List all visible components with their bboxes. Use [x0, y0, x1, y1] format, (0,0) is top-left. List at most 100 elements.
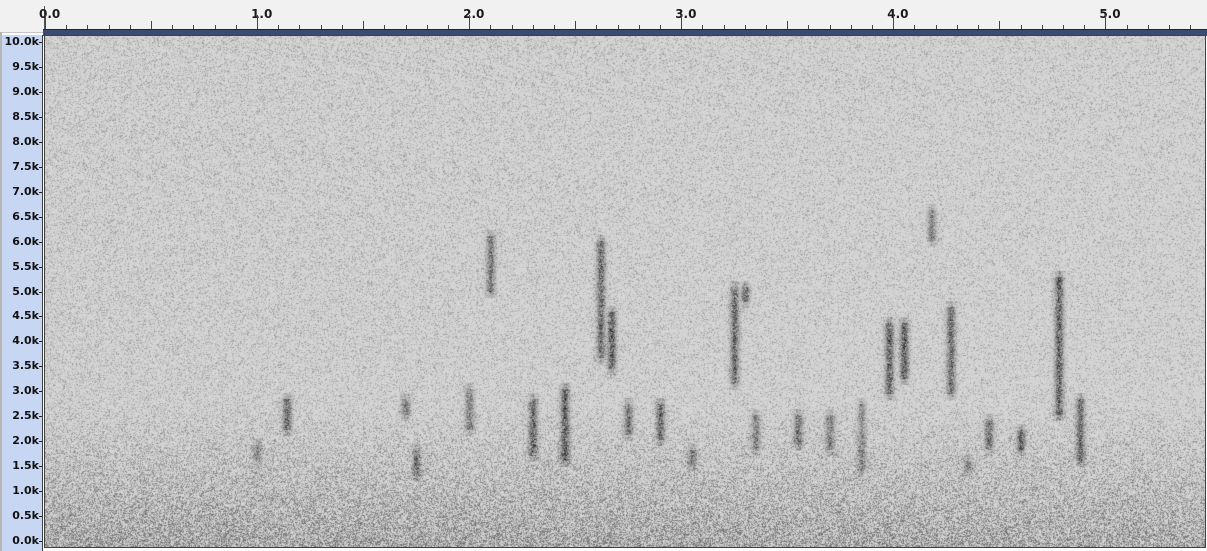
- frequency-tick-label: 5.5k: [12, 259, 39, 273]
- time-minor-tick: [617, 25, 619, 29]
- time-minor-tick: [1041, 25, 1043, 29]
- time-minor-tick: [320, 25, 322, 29]
- frequency-tick: [39, 316, 42, 318]
- time-minor-tick: [1190, 25, 1192, 29]
- time-minor-tick: [129, 25, 131, 29]
- frequency-tick: [39, 116, 42, 118]
- frequency-tick-label: 4.5k: [12, 309, 39, 323]
- frequency-tick-label: 7.5k: [12, 159, 39, 173]
- time-minor-tick: [596, 25, 598, 29]
- time-minor-tick: [638, 25, 640, 29]
- time-minor-tick: [744, 25, 746, 29]
- time-minor-tick: [1168, 25, 1170, 29]
- frequency-tick: [39, 166, 42, 168]
- frequency-tick-label: 1.0k: [12, 484, 39, 498]
- time-minor-tick: [553, 25, 555, 29]
- time-minor-tick: [1062, 25, 1064, 29]
- frequency-tick-label: 4.0k: [12, 334, 39, 348]
- time-minor-tick: [787, 21, 789, 29]
- time-minor-tick: [766, 25, 768, 29]
- frequency-tick-label: 0.0k: [12, 534, 39, 547]
- time-minor-tick: [1020, 25, 1022, 29]
- frequency-tick: [39, 341, 42, 343]
- time-minor-tick: [108, 25, 110, 29]
- frequency-tick-label: 1.5k: [12, 459, 39, 473]
- time-minor-tick: [469, 15, 471, 29]
- frequency-tick: [39, 391, 42, 393]
- time-minor-tick: [511, 25, 513, 29]
- time-tick-label: 5.0: [1099, 7, 1121, 21]
- time-minor-tick: [490, 25, 492, 29]
- time-minor-tick: [850, 25, 852, 29]
- time-minor-tick: [66, 25, 68, 29]
- time-minor-tick: [1126, 25, 1128, 29]
- time-minor-tick: [235, 25, 237, 29]
- time-tick-label: 2.0: [463, 7, 485, 21]
- time-minor-tick: [193, 25, 195, 29]
- frequency-tick-label: 2.5k: [12, 409, 39, 423]
- time-minor-tick: [893, 15, 895, 29]
- frequency-tick-label: 6.5k: [12, 209, 39, 223]
- time-minor-tick: [681, 15, 683, 29]
- time-minor-tick: [172, 25, 174, 29]
- frequency-tick-label: 6.0k: [12, 234, 39, 248]
- time-minor-tick: [426, 25, 428, 29]
- frequency-tick: [39, 66, 42, 68]
- time-minor-tick: [341, 25, 343, 29]
- time-minor-tick: [384, 25, 386, 29]
- time-minor-tick: [978, 25, 980, 29]
- time-minor-tick: [999, 21, 1001, 29]
- time-minor-tick: [872, 25, 874, 29]
- spectrogram-plot[interactable]: [44, 35, 1206, 548]
- frequency-tick: [39, 291, 42, 293]
- time-minor-tick: [151, 21, 153, 29]
- frequency-tick: [39, 91, 42, 93]
- time-minor-tick: [299, 25, 301, 29]
- time-minor-tick: [257, 15, 259, 29]
- frequency-tick: [39, 216, 42, 218]
- frequency-tick-label: 3.5k: [12, 359, 39, 373]
- time-minor-tick: [956, 25, 958, 29]
- time-minor-tick: [808, 25, 810, 29]
- time-minor-tick: [278, 25, 280, 29]
- frequency-tick-label: 3.0k: [12, 384, 39, 398]
- time-minor-tick: [935, 25, 937, 29]
- spectrogram-canvas[interactable]: [45, 36, 1205, 547]
- frequency-tick-label: 5.0k: [12, 284, 39, 298]
- frequency-tick: [39, 441, 42, 443]
- time-tick-label: 1.0: [251, 7, 273, 21]
- time-ruler[interactable]: 0.0 1.0 2.0 3.0 4.0 5.0: [0, 0, 1207, 36]
- time-minor-tick: [405, 25, 407, 29]
- frequency-tick: [39, 266, 42, 268]
- time-minor-tick: [45, 15, 46, 29]
- time-minor-tick: [1084, 25, 1086, 29]
- frequency-tick-label: 10.0k: [4, 35, 39, 48]
- time-tick-label: 4.0: [887, 7, 909, 21]
- time-minor-tick: [914, 25, 916, 29]
- frequency-tick: [39, 466, 42, 468]
- frequency-tick-label: 8.0k: [12, 134, 39, 148]
- time-minor-tick: [1105, 15, 1107, 29]
- time-tick-label: 0.0: [39, 7, 61, 21]
- frequency-tick-label: 2.0k: [12, 434, 39, 448]
- time-minor-tick: [363, 21, 365, 29]
- time-minor-tick: [214, 25, 216, 29]
- frequency-tick: [39, 42, 42, 43]
- frequency-tick-label: 8.5k: [12, 109, 39, 123]
- frequency-tick-label: 7.0k: [12, 184, 39, 198]
- frequency-tick: [39, 516, 42, 518]
- time-minor-tick: [659, 25, 661, 29]
- time-minor-tick: [1147, 25, 1149, 29]
- time-tick-label: 3.0: [675, 7, 697, 21]
- frequency-tick: [39, 416, 42, 418]
- frequency-tick-label: 9.5k: [12, 59, 39, 73]
- frequency-tick: [39, 191, 42, 193]
- time-minor-tick: [447, 25, 449, 29]
- frequency-axis: 10.0k 9.5k 9.0k 8.5k 8.0k 7.5k 7.0k 6.5k 6.0k 5.5…: [2, 35, 43, 551]
- time-minor-tick: [723, 25, 725, 29]
- frequency-tick-label: 9.0k: [12, 84, 39, 98]
- time-minor-tick: [702, 25, 704, 29]
- time-minor-tick: [532, 25, 534, 29]
- time-minor-tick: [829, 25, 831, 29]
- time-minor-tick: [87, 25, 89, 29]
